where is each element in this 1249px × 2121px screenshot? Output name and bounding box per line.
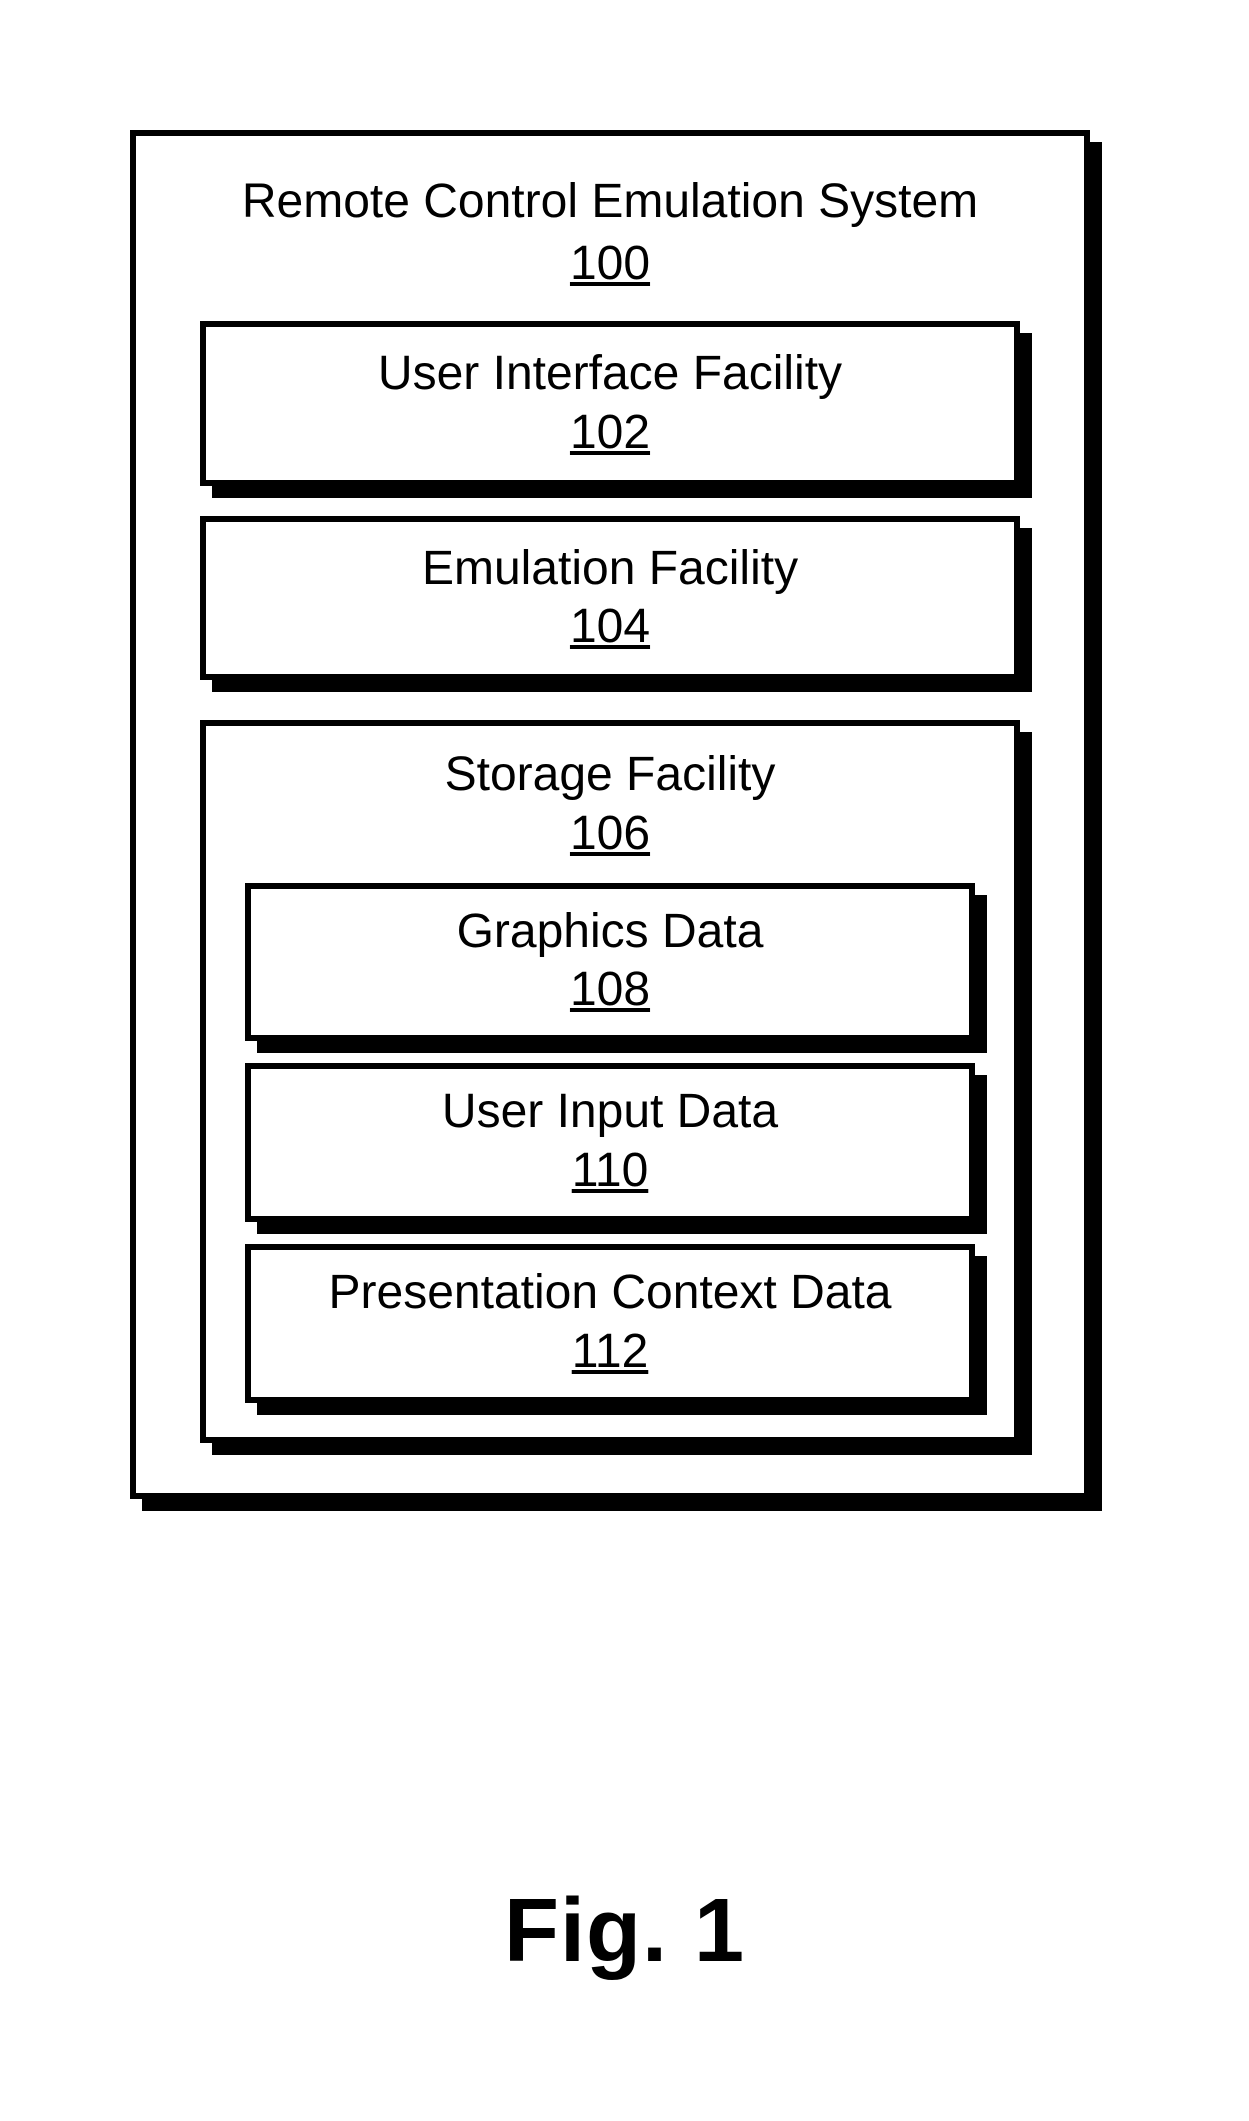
- item-title: User Input Data: [259, 1083, 961, 1141]
- diagram-canvas: Remote Control Emulation System 100 User…: [130, 130, 1120, 1499]
- block-graphics-data: Graphics Data 108: [245, 883, 975, 1042]
- item-title: Presentation Context Data: [259, 1264, 961, 1322]
- block-title: User Interface Facility: [216, 345, 1004, 403]
- block-ref: 102: [216, 405, 1004, 460]
- system-title: Remote Control Emulation System: [186, 172, 1034, 232]
- item-ref: 110: [259, 1143, 961, 1198]
- block-user-input-data: User Input Data 110: [245, 1063, 975, 1222]
- block-presentation-context-data: Presentation Context Data 112: [245, 1244, 975, 1403]
- item-ref: 112: [259, 1324, 961, 1379]
- storage-ref: 106: [236, 806, 984, 861]
- figure-caption: Fig. 1: [0, 1880, 1249, 1983]
- block-storage: Storage Facility 106 Graphics Data 108 U…: [200, 720, 1020, 1442]
- block-title: Emulation Facility: [216, 540, 1004, 598]
- system-box: Remote Control Emulation System 100 User…: [130, 130, 1090, 1499]
- block-emulation: Emulation Facility 104: [200, 516, 1020, 681]
- block-user-interface: User Interface Facility 102: [200, 321, 1020, 486]
- item-ref: 108: [259, 962, 961, 1017]
- storage-title: Storage Facility: [236, 746, 984, 804]
- item-title: Graphics Data: [259, 903, 961, 961]
- system-ref: 100: [186, 236, 1034, 291]
- block-ref: 104: [216, 599, 1004, 654]
